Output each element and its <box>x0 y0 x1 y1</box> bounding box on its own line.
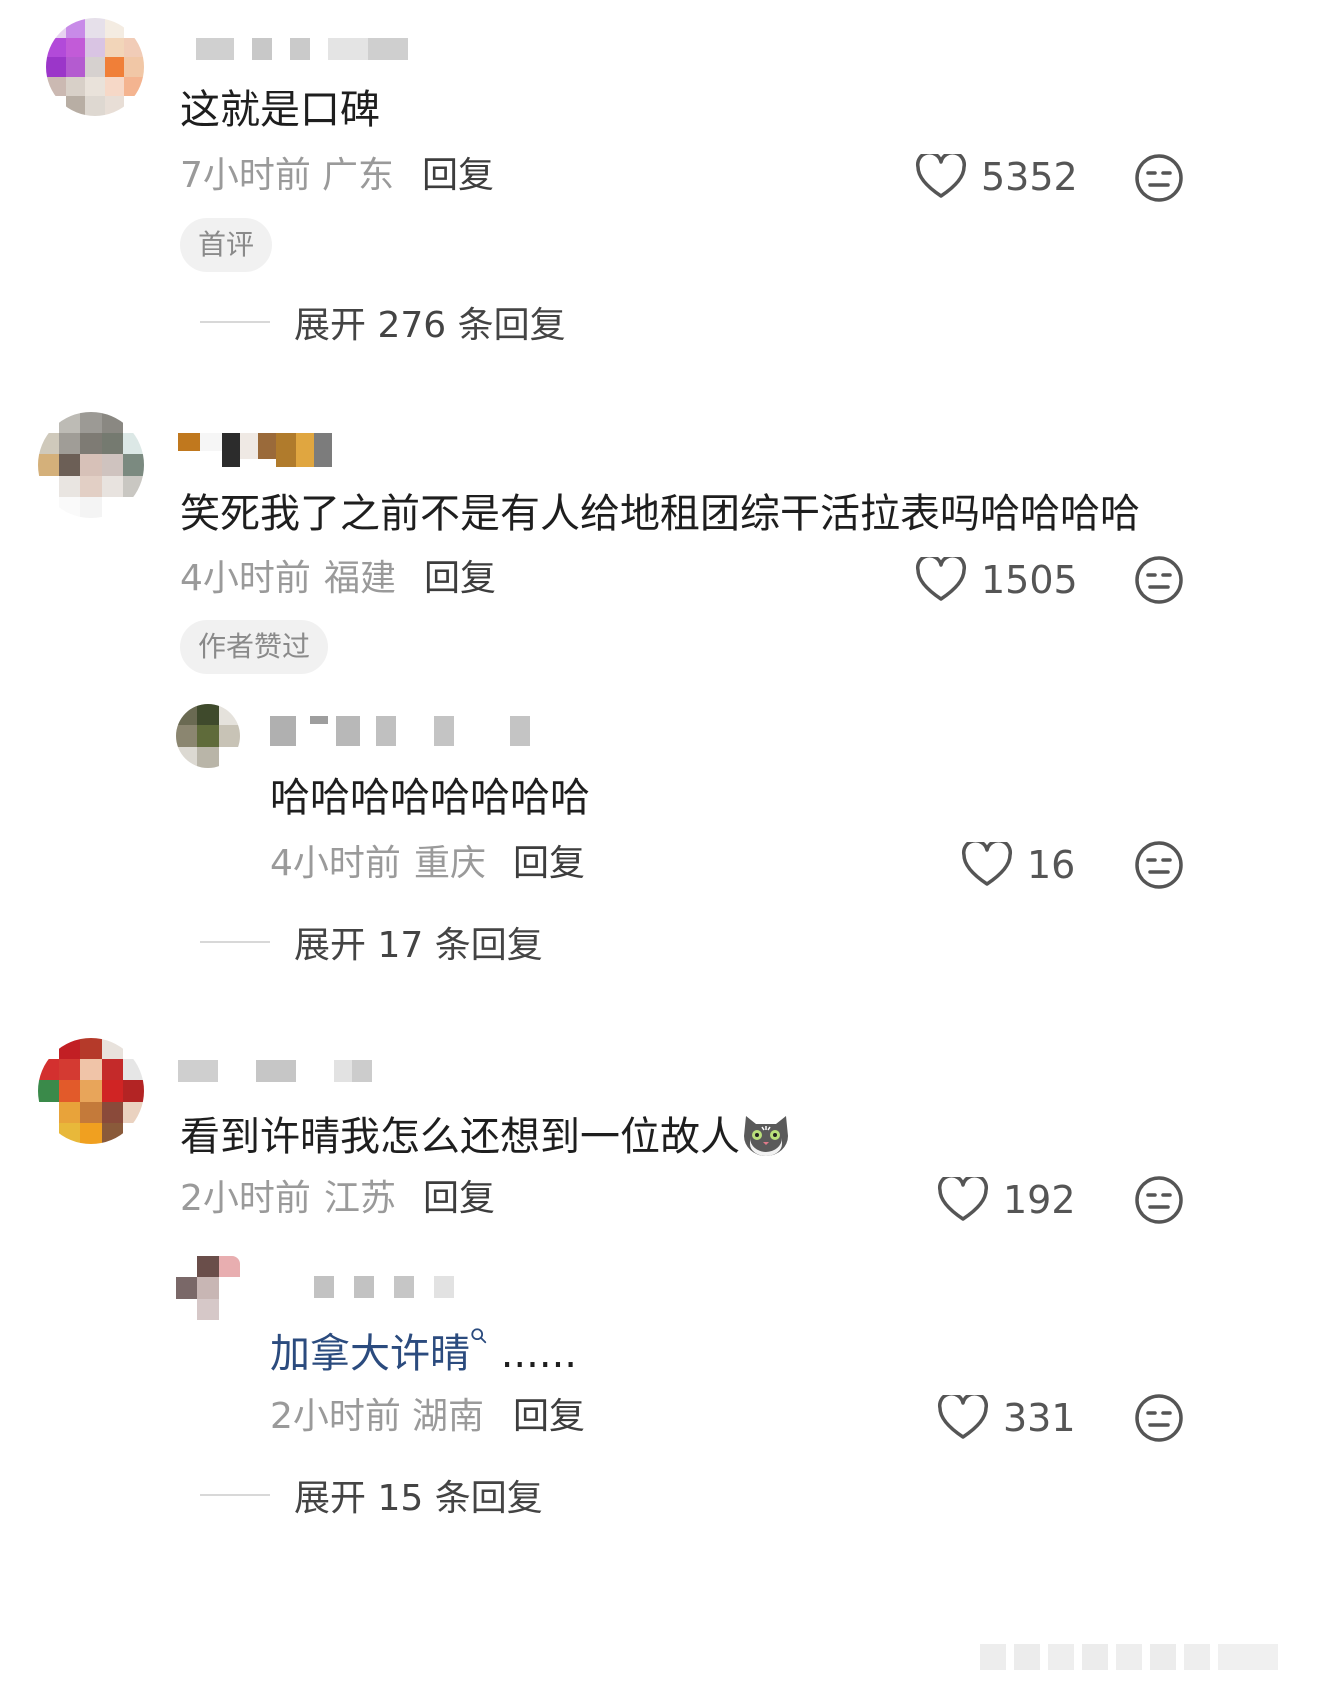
like-count: 331 <box>1003 1396 1076 1440</box>
comment-text: 看到许晴我怎么还想到一位故人 <box>180 1108 792 1161</box>
reply-text: 哈哈哈哈哈哈哈哈 <box>270 775 590 821</box>
watermark <box>980 1644 1278 1670</box>
like-button[interactable]: 1505 <box>915 557 1078 603</box>
avatar[interactable] <box>38 412 144 518</box>
expand-label: 展开 276 条回复 <box>294 305 566 346</box>
reply-text-suffix: ...... <box>488 1331 578 1377</box>
comment-text: 这就是口碑 <box>180 87 380 133</box>
reply-button[interactable]: 回复 <box>513 842 585 886</box>
reply-text: 加拿大许晴 ...... <box>270 1327 577 1378</box>
expand-replies-button[interactable]: 展开 276 条回复 <box>200 296 566 348</box>
like-button[interactable]: 331 <box>937 1395 1076 1441</box>
like-count: 5352 <box>981 155 1078 199</box>
comment-location: 江苏 <box>324 1178 397 1219</box>
heart-outline-icon <box>915 154 967 198</box>
username-blurred[interactable] <box>178 1060 372 1082</box>
comment-text: 笑死我了之前不是有人给地租团综干活拉表吗哈哈哈哈 <box>180 491 1140 537</box>
search-keyword-link[interactable]: 加拿大许晴 <box>270 1328 488 1377</box>
like-count: 192 <box>1003 1178 1076 1222</box>
heart-outline-icon <box>937 1395 989 1439</box>
username-blurred[interactable] <box>178 433 332 467</box>
avatar[interactable] <box>46 18 144 116</box>
heart-outline-icon <box>937 1177 989 1221</box>
reply-time: 2小时前 <box>270 1396 401 1437</box>
comment-location: 广东 <box>322 155 395 196</box>
expand-label: 展开 17 条回复 <box>294 925 543 966</box>
meh-face-icon[interactable] <box>1132 838 1186 892</box>
divider-line <box>200 321 270 323</box>
like-button[interactable]: 192 <box>937 1177 1076 1223</box>
comment-time: 2小时前 <box>180 1178 311 1219</box>
author-liked-badge: 作者赞过 <box>180 620 329 674</box>
reply-button[interactable]: 回复 <box>424 557 496 601</box>
like-button[interactable]: 5352 <box>915 154 1078 200</box>
like-count: 16 <box>1027 843 1076 887</box>
meh-face-icon[interactable] <box>1132 1391 1186 1445</box>
avatar[interactable] <box>176 704 240 768</box>
username-blurred[interactable] <box>270 716 530 746</box>
reply-button[interactable]: 回复 <box>513 1395 585 1439</box>
avatar[interactable] <box>38 1038 144 1144</box>
expand-replies-button[interactable]: 展开 17 条回复 <box>200 916 543 968</box>
comment-text-content: 看到许晴我怎么还想到一位故人 <box>180 1114 740 1160</box>
like-button[interactable]: 16 <box>961 842 1075 888</box>
username-blurred[interactable] <box>314 1276 454 1298</box>
reply-location: 湖南 <box>412 1396 485 1437</box>
heart-outline-icon <box>961 842 1013 886</box>
comment-time: 7小时前 <box>180 155 311 196</box>
comment-location: 福建 <box>324 558 397 599</box>
username-blurred[interactable] <box>196 38 408 60</box>
search-icon <box>471 1328 487 1344</box>
cat-face-emoji <box>744 1116 788 1156</box>
reply-location: 重庆 <box>414 843 487 884</box>
reply-button[interactable]: 回复 <box>423 1177 495 1221</box>
like-count: 1505 <box>981 558 1078 602</box>
avatar[interactable] <box>176 1256 240 1320</box>
comment-time: 4小时前 <box>180 558 311 599</box>
expand-replies-button[interactable]: 展开 15 条回复 <box>200 1469 543 1521</box>
divider-line <box>200 1494 270 1496</box>
search-keyword-text: 加拿大许晴 <box>270 1331 470 1377</box>
reply-time: 4小时前 <box>270 843 401 884</box>
heart-outline-icon <box>915 557 967 601</box>
first-comment-badge: 首评 <box>180 218 273 272</box>
meh-face-icon[interactable] <box>1132 553 1186 607</box>
meh-face-icon[interactable] <box>1132 151 1186 205</box>
meh-face-icon[interactable] <box>1132 1173 1186 1227</box>
divider-line <box>200 941 270 943</box>
reply-button[interactable]: 回复 <box>422 154 494 198</box>
expand-label: 展开 15 条回复 <box>294 1478 543 1519</box>
